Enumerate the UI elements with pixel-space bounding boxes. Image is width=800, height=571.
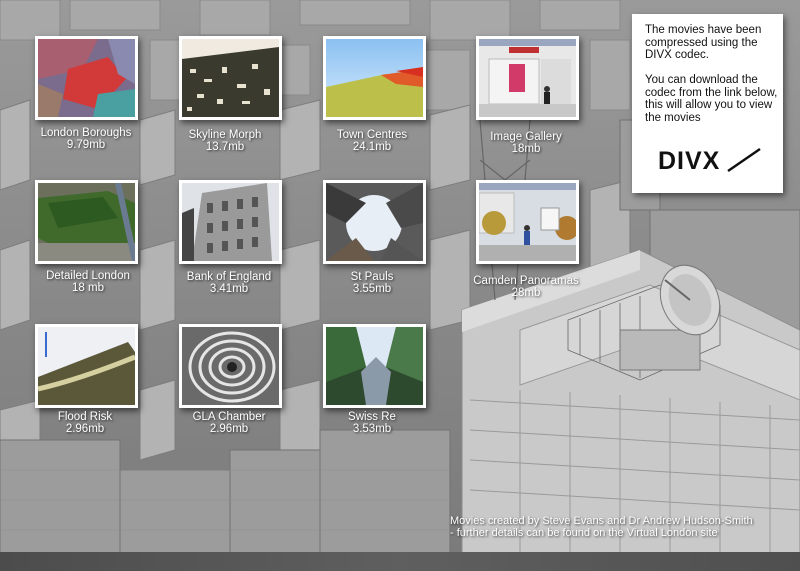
movie-size: 3.55mb: [352, 283, 392, 295]
codec-download-text: You can download the codec from the link…: [645, 74, 778, 124]
caption-london-boroughs[interactable]: London Boroughs 9.79mb: [16, 127, 156, 151]
thumb-st-pauls[interactable]: [323, 180, 426, 264]
thumb-bank-of-england[interactable]: [179, 180, 282, 264]
movie-title: Detailed London: [46, 270, 130, 282]
caption-swiss-re[interactable]: Swiss Re 3.53mb: [302, 411, 442, 435]
credits-text: Movies created by Steve Evans and Dr And…: [450, 515, 795, 539]
thumb-camden-panoramas[interactable]: [476, 180, 579, 264]
movie-size: 13.7mb: [205, 141, 245, 153]
image-gallery-image: [479, 39, 576, 117]
movie-title: Skyline Morph: [188, 129, 262, 141]
caption-gla-chamber[interactable]: GLA Chamber 2.96mb: [159, 411, 299, 435]
movie-title: Town Centres: [336, 129, 408, 141]
divx-logo-text: DIVX: [658, 147, 720, 173]
caption-town-centres[interactable]: Town Centres 24.1mb: [302, 129, 442, 153]
caption-st-pauls[interactable]: St Pauls 3.55mb: [302, 271, 442, 295]
movie-title: Image Gallery: [490, 131, 562, 143]
caption-bank-of-england[interactable]: Bank of England 3.41mb: [159, 271, 299, 295]
swiss-re-image: [326, 327, 423, 405]
credits-line-2[interactable]: - further details can be found on the Vi…: [450, 527, 795, 539]
movie-title: GLA Chamber: [192, 411, 266, 423]
thumb-london-boroughs[interactable]: [35, 36, 138, 120]
movie-size: 18 mb: [72, 282, 104, 294]
codec-info-panel: The movies have been compressed using th…: [632, 14, 783, 193]
movie-title: Swiss Re: [348, 411, 396, 423]
thumb-town-centres[interactable]: [323, 36, 426, 120]
flood-risk-image: [38, 327, 135, 405]
caption-flood-risk[interactable]: Flood Risk 2.96mb: [15, 411, 155, 435]
movie-title: Camden Panoramas: [473, 275, 579, 287]
movie-size: 2.96mb: [209, 423, 249, 435]
footer-bar: [0, 552, 800, 571]
detailed-london-image: [38, 183, 135, 261]
london-boroughs-image: [38, 39, 135, 117]
movie-size: 18mb: [511, 143, 541, 155]
thumb-detailed-london[interactable]: [35, 180, 138, 264]
movie-size: 2.96mb: [65, 423, 105, 435]
caption-detailed-london[interactable]: Detailed London 18 mb: [18, 270, 158, 294]
st-pauls-image: [326, 183, 423, 261]
movie-title: Flood Risk: [57, 411, 113, 423]
movie-size: 3.41mb: [209, 283, 249, 295]
movie-title: London Boroughs: [40, 127, 132, 139]
caption-skyline-morph[interactable]: Skyline Morph 13.7mb: [155, 129, 295, 153]
caption-camden-panoramas[interactable]: Camden Panoramas 28mb: [456, 275, 596, 299]
thumb-flood-risk[interactable]: [35, 324, 138, 408]
movie-size: 9.79mb: [66, 139, 106, 151]
divx-logo-link[interactable]: DIVX: [658, 147, 762, 175]
gla-chamber-image: [182, 327, 279, 405]
codec-info-text: The movies have been compressed using th…: [645, 24, 762, 61]
credits-line-1: Movies created by Steve Evans and Dr And…: [450, 515, 753, 527]
thumb-swiss-re[interactable]: [323, 324, 426, 408]
movie-size: 28mb: [511, 287, 541, 299]
bank-of-england-image: [182, 183, 279, 261]
thumb-skyline-morph[interactable]: [179, 36, 282, 120]
movie-title: St Pauls: [350, 271, 394, 283]
thumb-image-gallery[interactable]: [476, 36, 579, 120]
town-centres-image: [326, 39, 423, 117]
caption-image-gallery[interactable]: Image Gallery 18mb: [456, 131, 596, 155]
movie-size: 3.53mb: [352, 423, 392, 435]
movie-size: 24.1mb: [352, 141, 392, 153]
thumb-gla-chamber[interactable]: [179, 324, 282, 408]
skyline-morph-image: [182, 39, 279, 117]
divx-logo-icon: DIVX: [658, 147, 761, 175]
movie-title: Bank of England: [186, 271, 272, 283]
camden-panoramas-image: [479, 183, 576, 261]
